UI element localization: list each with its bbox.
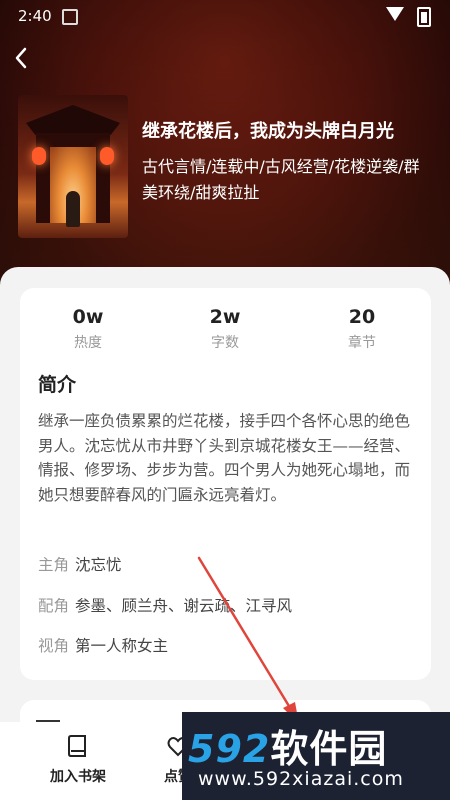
- stat-heat-label: 热度: [74, 335, 102, 351]
- status-time: 2:40: [18, 7, 52, 25]
- annotation-arrow-icon: [197, 556, 299, 724]
- battery-icon: [417, 7, 431, 27]
- status-bar: 2:40: [0, 0, 450, 32]
- meta-key: 主角: [38, 556, 70, 574]
- back-button[interactable]: [8, 42, 40, 74]
- meta-value: 第一人称女主: [75, 637, 169, 655]
- watermark-brand: 592软件园: [188, 718, 387, 773]
- stat-words: 2w 字数: [175, 306, 275, 352]
- meta-key: 视角: [38, 637, 70, 655]
- wifi-icon: [386, 7, 404, 21]
- stat-chapters: 20 章节: [312, 306, 412, 352]
- add-to-shelf-label: 加入书架: [50, 769, 106, 785]
- intro-text: 继承一座负债累累的烂花楼，接手四个各怀心思的绝色男人。沈忘忧从市井野丫头到京城花…: [38, 412, 411, 504]
- stat-words-value: 2w: [209, 306, 241, 328]
- meta-value: 沈忘忧: [75, 556, 122, 574]
- add-to-shelf-button[interactable]: 加入书架: [48, 734, 108, 786]
- book-icon: [68, 735, 86, 757]
- watermark: 592软件园 www.592xiazai.com: [182, 712, 450, 800]
- stat-words-label: 字数: [211, 335, 239, 351]
- meta-protagonist: 主角 沈忘忧: [38, 553, 122, 575]
- watermark-brand-text: 软件园: [270, 727, 388, 771]
- stat-heat-value: 0w: [72, 306, 104, 328]
- stat-heat: 0w 热度: [38, 306, 138, 352]
- intro-heading: 简介: [38, 374, 77, 396]
- watermark-url: www.592xiazai.com: [198, 768, 404, 790]
- notification-icon: [62, 9, 78, 25]
- stat-chapters-label: 章节: [348, 335, 376, 351]
- book-cover: [18, 95, 128, 238]
- meta-key: 配角: [38, 597, 70, 615]
- watermark-brand-number: 592: [188, 727, 271, 771]
- meta-perspective: 视角 第一人称女主: [38, 634, 168, 656]
- stat-chapters-value: 20: [348, 306, 376, 328]
- chevron-left-icon: [15, 47, 27, 69]
- book-title: 继承花楼后，我成为头牌白月光: [142, 121, 394, 142]
- book-tags: 古代言情/连载中/古风经营/花楼逆袭/群美环绕/甜爽拉扯: [142, 157, 420, 202]
